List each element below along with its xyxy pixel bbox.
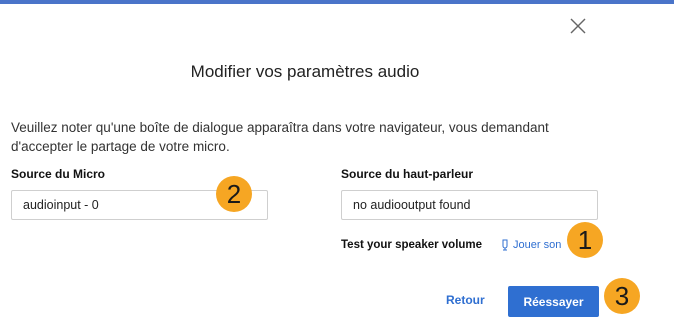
dialog-title: Modifier vos paramètres audio bbox=[190, 62, 420, 81]
dialog-top-bar bbox=[0, 0, 674, 4]
play-sound-label: Jouer son bbox=[513, 239, 562, 251]
speaker-source-label: Source du haut-parleur bbox=[341, 167, 474, 181]
retry-button[interactable]: Réessayer bbox=[508, 286, 599, 317]
speaker-test-row: Test your speaker volume Jouer son bbox=[341, 236, 561, 254]
annotation-badge-2: 2 bbox=[216, 176, 252, 212]
play-sound-link[interactable]: Jouer son bbox=[500, 239, 561, 251]
close-button[interactable] bbox=[567, 15, 589, 37]
speaker-icon bbox=[502, 239, 508, 251]
annotation-badge-3: 3 bbox=[604, 278, 640, 314]
back-button[interactable]: Retour bbox=[446, 293, 485, 307]
browser-permission-notice: Veuillez noter qu'une boîte de dialogue … bbox=[11, 120, 549, 154]
microphone-source-label: Source du Micro bbox=[11, 167, 106, 181]
annotation-badge-1: 1 bbox=[567, 222, 603, 258]
speaker-source-select[interactable]: no audiooutput found bbox=[341, 190, 598, 220]
speaker-test-label: Test your speaker volume bbox=[341, 239, 483, 251]
microphone-source-value: audioinput - 0 bbox=[23, 198, 99, 212]
close-x-icon bbox=[570, 18, 586, 34]
speaker-source-value: no audiooutput found bbox=[353, 198, 471, 212]
